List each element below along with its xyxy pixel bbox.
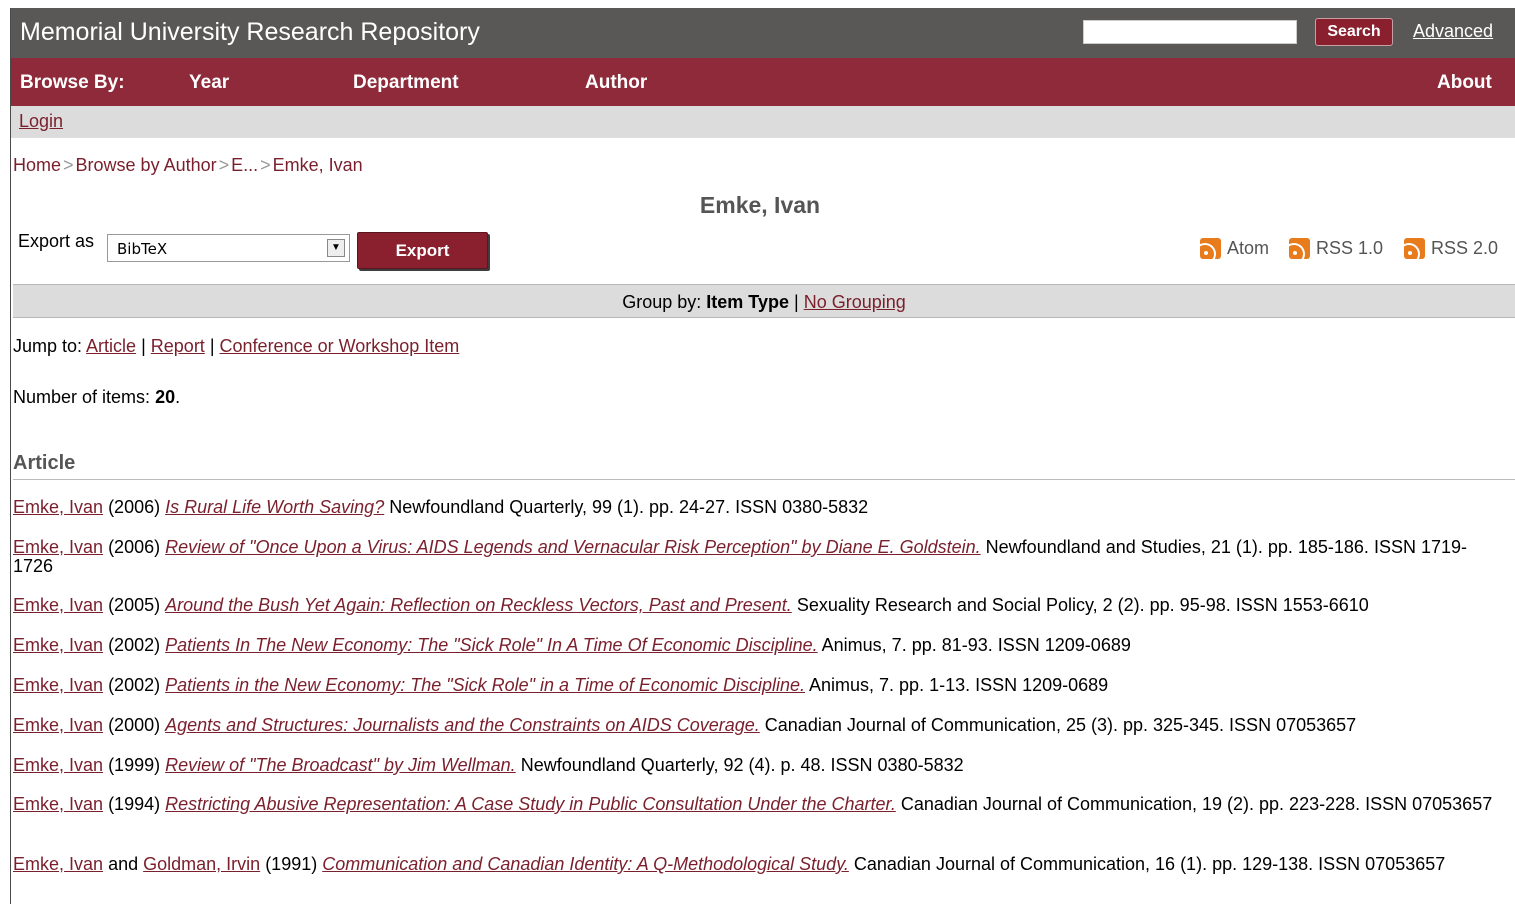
publication-entry: Emke, Ivan (2002) Patients In The New Ec… [13, 636, 1493, 655]
chevron-down-icon[interactable]: ▼ [327, 239, 345, 257]
publication-entry: Emke, Ivan (2005) Around the Bush Yet Ag… [13, 596, 1493, 615]
login-link[interactable]: Login [19, 111, 63, 132]
publication-details: Canadian Journal of Communication, 16 (1… [853, 854, 1446, 874]
author-joiner: and [108, 854, 139, 874]
breadcrumb-home[interactable]: Home [13, 155, 61, 175]
feed-rss2-label: RSS 2.0 [1431, 238, 1499, 258]
item-count-value: 20 [155, 387, 176, 407]
nav-department[interactable]: Department [353, 72, 459, 94]
breadcrumb-separator: > [218, 155, 230, 175]
login-bar: Login [11, 106, 1515, 138]
publication-year: (2002) [108, 635, 161, 655]
publication-title-link[interactable]: Communication and Canadian Identity: A Q… [322, 854, 849, 874]
jump-article-link[interactable]: Article [86, 336, 136, 356]
publication-details: Newfoundland Quarterly, 92 (4). p. 48. I… [520, 755, 964, 775]
breadcrumb-separator: > [260, 155, 271, 175]
site-title[interactable]: Memorial University Research Repository [20, 18, 480, 47]
jump-separator: | [209, 336, 215, 356]
jump-to: Jump to: Article | Report | Conference o… [13, 336, 459, 357]
rss-feed-icon [1404, 238, 1425, 259]
jump-report-link[interactable]: Report [151, 336, 205, 356]
search-button[interactable]: Search [1315, 18, 1393, 46]
publication-entry: Emke, Ivan (2006) Is Rural Life Worth Sa… [13, 498, 1493, 517]
no-grouping-link[interactable]: No Grouping [804, 292, 906, 312]
publication-entry: Emke, Ivan (1994) Restricting Abusive Re… [13, 795, 1493, 814]
breadcrumb-letter[interactable]: E... [231, 155, 258, 175]
jump-separator: | [141, 336, 146, 356]
export-format-value: BibTeX [117, 240, 168, 258]
publication-title-link[interactable]: Review of "The Broadcast" by Jim Wellman… [165, 755, 516, 775]
author-link[interactable]: Emke, Ivan [13, 537, 103, 557]
author-link[interactable]: Emke, Ivan [13, 794, 103, 814]
feed-rss1-link[interactable]: RSS 1.0 [1289, 238, 1383, 259]
export-label: Export as [18, 231, 95, 251]
publication-title-link[interactable]: Around the Bush Yet Again: Reflection on… [165, 595, 792, 615]
publication-title-link[interactable]: Patients in the New Economy: The "Sick R… [165, 675, 805, 695]
breadcrumb: Home > Browse by Author > E... > Emke, Ivan [13, 155, 363, 176]
publication-year: (2000) [108, 715, 161, 735]
breadcrumb-current: Emke, Ivan [272, 155, 363, 175]
section-heading-article: Article [13, 452, 1515, 480]
item-count: Number of items: 20. [13, 387, 180, 408]
publication-year: (2006) [108, 497, 161, 517]
publication-year: (1991) [265, 854, 318, 874]
export-format-select[interactable]: BibTeX ▼ [107, 234, 350, 262]
item-count-label: Number of items: [13, 387, 151, 407]
group-by-current: Item Type [706, 292, 789, 312]
export-button[interactable]: Export [357, 232, 488, 269]
nav-bar: Browse By: Year Department Author About [11, 58, 1515, 106]
publication-year: (2005) [108, 595, 161, 615]
publication-entry: Emke, Ivan (1999) Review of "The Broadca… [13, 756, 1493, 775]
publication-details: Animus, 7. pp. 81-93. ISSN 1209-0689 [821, 635, 1131, 655]
jump-conference-link[interactable]: Conference or Workshop Item [220, 336, 460, 356]
author-link[interactable]: Emke, Ivan [13, 675, 103, 695]
item-count-suffix: . [175, 387, 181, 407]
nav-year[interactable]: Year [189, 72, 229, 94]
nav-about[interactable]: About [1437, 72, 1492, 94]
publication-year: (2002) [108, 675, 161, 695]
page-title: Emke, Ivan [699, 192, 821, 218]
feed-rss2-link[interactable]: RSS 2.0 [1404, 238, 1498, 259]
publication-year: (1999) [108, 755, 161, 775]
publication-title-link[interactable]: Is Rural Life Worth Saving? [165, 497, 384, 517]
publication-title-link[interactable]: Review of "Once Upon a Virus: AIDS Legen… [165, 537, 981, 557]
publication-title-link[interactable]: Patients In The New Economy: The "Sick R… [165, 635, 818, 655]
author-link[interactable]: Emke, Ivan [13, 635, 103, 655]
publication-details: Animus, 7. pp. 1-13. ISSN 1209-0689 [809, 675, 1109, 695]
rss-feed-icon [1200, 238, 1221, 259]
jump-to-label: Jump to: [13, 336, 83, 356]
author-link[interactable]: Emke, Ivan [13, 755, 103, 775]
publication-entry: Emke, Ivan (2002) Patients in the New Ec… [13, 676, 1493, 695]
publication-entry: Emke, Ivan (2000) Agents and Structures:… [13, 716, 1493, 735]
group-by-bar: Group by: Item Type | No Grouping [13, 284, 1515, 318]
browse-by-label: Browse By: [20, 72, 125, 93]
publication-title-link[interactable]: Restricting Abusive Representation: A Ca… [165, 794, 896, 814]
nav-author[interactable]: Author [585, 72, 647, 94]
breadcrumb-separator: > [63, 155, 74, 175]
publication-details: Newfoundland Quarterly, 99 (1). pp. 24-2… [389, 497, 869, 517]
feed-atom-link[interactable]: Atom [1200, 238, 1269, 259]
author-link[interactable]: Emke, Ivan [13, 497, 103, 517]
rss-feed-icon [1289, 238, 1310, 259]
publication-details: Canadian Journal of Communication, 19 (2… [900, 794, 1493, 814]
site-header: Memorial University Research Repository … [11, 8, 1515, 58]
author-link[interactable]: Emke, Ivan [13, 715, 103, 735]
feed-rss1-label: RSS 1.0 [1316, 238, 1384, 258]
author-link[interactable]: Goldman, Irvin [143, 854, 260, 874]
publication-entry: Emke, Ivan and Goldman, Irvin (1991) Com… [13, 855, 1493, 874]
publication-details: Sexuality Research and Social Policy, 2 … [796, 595, 1369, 615]
publication-year: (2006) [108, 537, 161, 557]
group-by-label: Group by: [622, 292, 702, 312]
feed-atom-label: Atom [1227, 238, 1270, 258]
group-by-separator: | [794, 292, 799, 312]
author-link[interactable]: Emke, Ivan [13, 595, 103, 615]
publication-entry: Emke, Ivan (2006) Review of "Once Upon a… [13, 538, 1493, 576]
search-input[interactable] [1083, 20, 1297, 44]
advanced-search-link[interactable]: Advanced [1413, 21, 1493, 42]
publication-year: (1994) [108, 794, 161, 814]
publication-details: Canadian Journal of Communication, 25 (3… [764, 715, 1357, 735]
author-link[interactable]: Emke, Ivan [13, 854, 103, 874]
breadcrumb-browse-author[interactable]: Browse by Author [76, 155, 217, 175]
publication-title-link[interactable]: Agents and Structures: Journalists and t… [165, 715, 760, 735]
